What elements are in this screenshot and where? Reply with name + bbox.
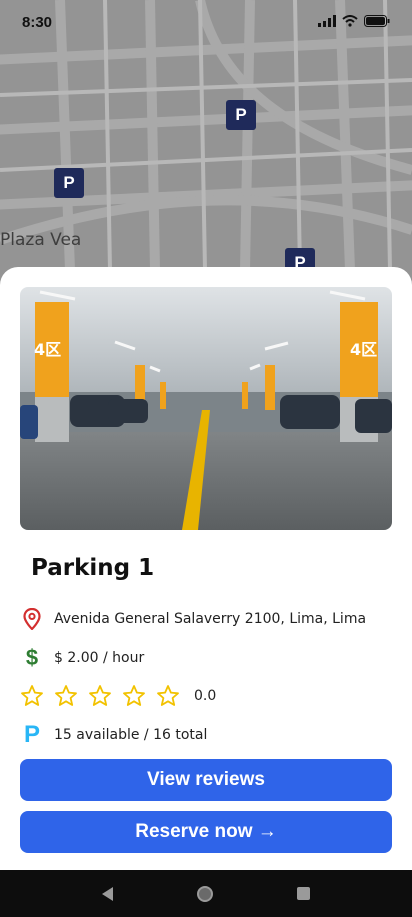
star-icon (21, 685, 43, 706)
star-icon (157, 685, 179, 706)
price-text: $ 2.00 / hour (54, 650, 145, 666)
parking-icon: P (23, 721, 40, 748)
rating-value: 0.0 (194, 688, 217, 704)
parking-detail-sheet: 4区 4区 Parking 1 Avenida General Salaverr… (0, 267, 412, 870)
location-pin-icon (20, 607, 44, 631)
availability-row: P 15 available / 16 total (20, 721, 208, 748)
dollar-icon: $ (25, 645, 39, 670)
status-time: 8:30 (22, 13, 53, 31)
price-row: $ $ 2.00 / hour (20, 645, 145, 670)
wifi-icon (342, 14, 358, 31)
availability-text: 15 available / 16 total (54, 727, 208, 743)
parking-photo: 4区 4区 (20, 287, 392, 530)
parking-title: Parking 1 (31, 555, 155, 581)
rating-stars (20, 684, 180, 708)
view-reviews-button[interactable]: View reviews (20, 759, 392, 801)
reserve-now-button[interactable]: Reserve now → (20, 811, 392, 853)
address-row: Avenida General Salaverry 2100, Lima, Li… (20, 607, 366, 631)
status-bar: 8:30 (0, 0, 412, 44)
home-icon[interactable] (197, 885, 213, 902)
address-text: Avenida General Salaverry 2100, Lima, Li… (54, 611, 367, 627)
signal-icon (318, 14, 336, 31)
recents-icon[interactable] (297, 887, 310, 900)
parking-marker[interactable]: P (54, 168, 84, 198)
pillar-label: 4区 (34, 340, 61, 359)
battery-icon (364, 14, 390, 31)
back-icon[interactable] (102, 886, 113, 901)
rating-row: 0.0 (20, 684, 216, 708)
star-icon (89, 685, 111, 706)
parking-marker[interactable]: P (226, 100, 256, 130)
map-place-label: Plaza Vea (0, 230, 82, 250)
pillar-label: 4区 (350, 340, 377, 359)
star-icon (55, 685, 77, 706)
system-nav-bar (0, 870, 412, 917)
star-icon (123, 685, 145, 706)
